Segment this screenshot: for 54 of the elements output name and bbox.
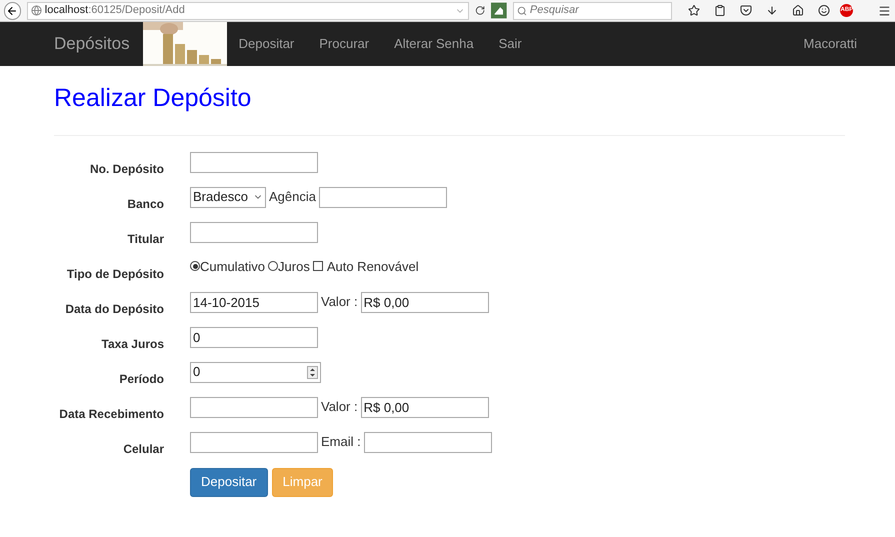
nav-link[interactable]: Sair — [498, 34, 522, 54]
star-icon[interactable] — [688, 4, 700, 17]
field-label: Agência — [269, 188, 316, 206]
form-label: Titular — [126, 230, 164, 248]
input-field[interactable]: R$ 0,00 — [360, 292, 489, 312]
radio-label: Cumulativo — [200, 258, 266, 276]
field-label: Valor : — [321, 398, 358, 416]
clipboard-icon[interactable] — [714, 4, 726, 17]
form-label: Data Recebimento — [58, 406, 164, 422]
input-field[interactable]: 0 — [190, 326, 318, 348]
input-field[interactable] — [364, 432, 492, 452]
spinner-icon[interactable] — [307, 366, 318, 378]
form-button[interactable]: Depositar — [190, 468, 268, 496]
search-field[interactable]: Pesquisar — [512, 2, 672, 20]
input-field[interactable] — [190, 152, 318, 172]
page-title: Realizar Depósito — [54, 83, 252, 114]
form-label: Data do Depósito — [64, 300, 164, 318]
number-field[interactable]: 0 — [190, 362, 321, 382]
user-link[interactable]: Macoratti — [804, 34, 857, 54]
input-field[interactable]: R$ 0,00 — [360, 396, 489, 418]
menu-icon[interactable] — [878, 4, 892, 18]
form-label: Tipo de Depósito — [66, 266, 164, 282]
nav-link[interactable]: Procurar — [319, 34, 370, 54]
checkbox-label: Auto Renovável — [326, 258, 419, 276]
field-label: Valor : — [321, 293, 358, 312]
input-field[interactable] — [190, 222, 318, 242]
checkbox[interactable] — [312, 261, 323, 272]
smiley-icon[interactable] — [818, 4, 830, 17]
bank-select[interactable]: Bradesco — [190, 186, 266, 208]
globe-icon — [30, 5, 42, 16]
form-label: Período — [118, 370, 164, 388]
back-arrow-icon — [6, 4, 18, 16]
radio-button[interactable] — [268, 261, 278, 272]
radio-button[interactable] — [190, 261, 200, 272]
input-field[interactable]: 14-10-2015 — [190, 292, 318, 312]
input-field[interactable] — [190, 432, 318, 452]
input-field[interactable] — [318, 186, 447, 208]
field-label: Email : — [321, 433, 361, 452]
form-label: Taxa Juros — [100, 336, 164, 352]
address-bar[interactable]: localhost:60125/Deposit/Add — [26, 2, 470, 20]
nav-link[interactable]: Alterar Senha — [394, 34, 474, 54]
input-field[interactable] — [190, 396, 318, 418]
reload-icon — [475, 5, 486, 16]
form-label: Celular — [122, 440, 164, 458]
radio-label: Juros — [278, 258, 310, 276]
form-label: Banco — [126, 196, 164, 212]
url-text: localhost:60125/Deposit/Add — [44, 3, 186, 18]
home-icon[interactable] — [792, 4, 804, 17]
search-icon — [516, 6, 527, 16]
form-label: No. Depósito — [89, 160, 164, 178]
brand-link[interactable]: Depósitos — [54, 31, 130, 57]
download-icon[interactable] — [766, 4, 778, 17]
back-button[interactable] — [4, 2, 21, 20]
nav-link[interactable]: Depositar — [238, 34, 294, 54]
